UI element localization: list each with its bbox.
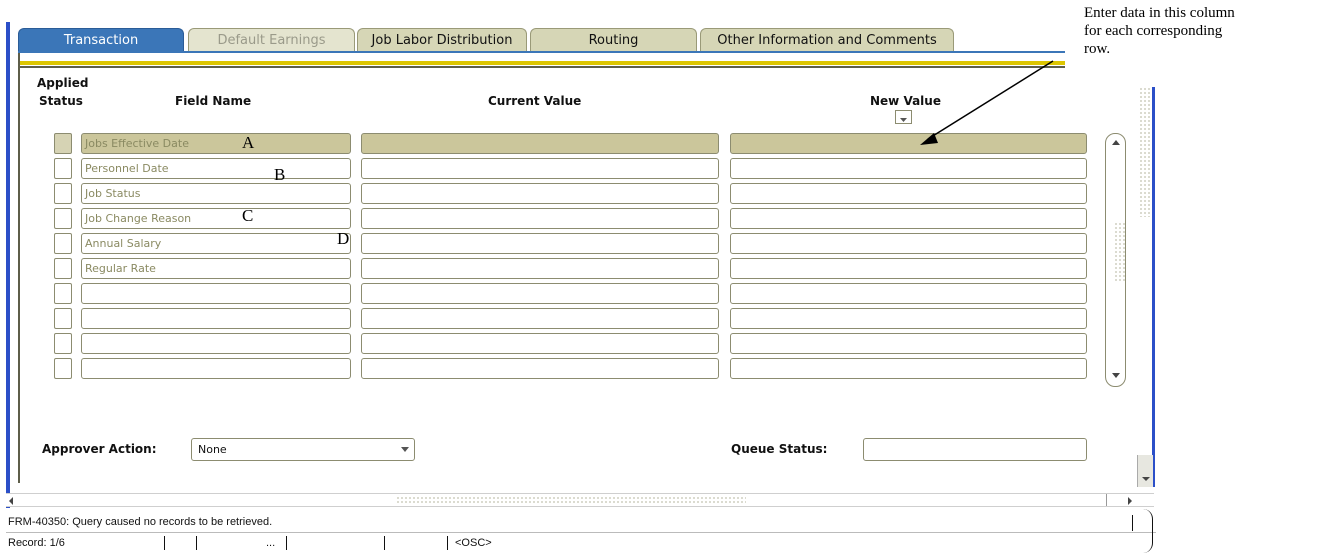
applied-status-checkbox[interactable] [54, 233, 72, 254]
panel-left-border [18, 53, 20, 483]
annotation-b: B [274, 165, 286, 184]
tab-transaction[interactable]: Transaction [18, 28, 184, 52]
tab-routing[interactable]: Routing [530, 28, 697, 52]
field-name-cell[interactable]: Job Change Reason [81, 208, 351, 229]
current-value-cell[interactable] [361, 308, 719, 329]
current-value-cell[interactable] [361, 283, 719, 304]
status-record-bar: Record: 1/6 ... <OSC> [6, 534, 1156, 554]
status-divider [1132, 515, 1133, 531]
field-name-cell[interactable]: Job Status [81, 183, 351, 204]
new-value-cell[interactable] [730, 358, 1087, 379]
status-sep-2 [196, 536, 197, 550]
record-counter: Record: 1/6 [8, 537, 65, 549]
field-name-cell[interactable]: Regular Rate [81, 258, 351, 279]
status-osc: <OSC> [455, 537, 492, 549]
new-value-cell[interactable] [730, 258, 1087, 279]
status-sep-3 [286, 536, 287, 550]
status-sep-5 [447, 536, 448, 550]
queue-status-label: Queue Status: [731, 442, 828, 456]
new-value-cell[interactable] [730, 158, 1087, 179]
side-dotted-strip [1139, 87, 1151, 217]
hscroll-divider [1106, 494, 1107, 506]
field-name-cell[interactable]: Jobs Effective Date [81, 133, 351, 154]
field-name-cell[interactable] [81, 308, 351, 329]
side-dotted-strip-2 [1114, 222, 1126, 282]
current-value-cell[interactable] [361, 183, 719, 204]
hscroll-thumb[interactable] [396, 496, 746, 504]
field-name-cell[interactable]: Personnel Date [81, 158, 351, 179]
current-value-cell[interactable] [361, 233, 719, 254]
field-name-cell[interactable]: Annual Salary [81, 233, 351, 254]
new-value-cell[interactable] [730, 233, 1087, 254]
annotation-c: C [242, 206, 254, 225]
applied-status-checkbox[interactable] [54, 133, 72, 154]
scroll-down-icon[interactable] [1109, 370, 1123, 382]
tab-default-earnings[interactable]: Default Earnings [188, 28, 355, 52]
new-value-cell[interactable] [730, 333, 1087, 354]
field-name-cell[interactable] [81, 283, 351, 304]
current-value-cell[interactable] [361, 158, 719, 179]
applied-status-checkbox[interactable] [54, 308, 72, 329]
current-value-cell[interactable] [361, 333, 719, 354]
applied-status-checkbox[interactable] [54, 333, 72, 354]
scroll-up-icon[interactable] [1109, 137, 1123, 149]
instruction-note-line-2: for each corresponding [1084, 23, 1223, 39]
approver-action-value: None [198, 443, 227, 456]
applied-status-checkbox[interactable] [54, 283, 72, 304]
scroll-right-icon[interactable] [1126, 496, 1134, 506]
status-ellipsis: ... [266, 537, 276, 549]
queue-status-field[interactable] [863, 438, 1087, 461]
applied-status-checkbox[interactable] [54, 358, 72, 379]
applied-status-checkbox[interactable] [54, 258, 72, 279]
current-value-cell[interactable] [361, 208, 719, 229]
field-name-cell[interactable] [81, 333, 351, 354]
window-left-border [6, 22, 10, 508]
status-message-bar: FRM-40350: Query caused no records to be… [6, 513, 1156, 533]
header-status: Status [39, 94, 83, 108]
header-applied: Applied [37, 76, 89, 90]
applied-status-checkbox[interactable] [54, 183, 72, 204]
window-vscroll[interactable] [1137, 455, 1153, 487]
current-value-cell[interactable] [361, 358, 719, 379]
new-value-cell[interactable] [730, 283, 1087, 304]
new-value-cell[interactable] [730, 308, 1087, 329]
new-value-cell[interactable] [730, 183, 1087, 204]
current-value-cell[interactable] [361, 258, 719, 279]
tab-underline [18, 51, 1065, 53]
status-sep-4 [384, 536, 385, 550]
pointer-arrow [920, 60, 1054, 145]
window-scroll-down-icon[interactable] [1141, 475, 1151, 483]
annotation-d: D [337, 229, 350, 248]
window-hscroll[interactable] [6, 493, 1154, 507]
status-sep-1 [164, 536, 165, 550]
tab-job-labor-distribution[interactable]: Job Labor Distribution [357, 28, 527, 52]
instruction-note-line-1: Enter data in this column [1084, 5, 1235, 21]
new-value-cell[interactable] [730, 208, 1087, 229]
window-right-border [1152, 87, 1155, 487]
chevron-down-icon[interactable] [400, 446, 410, 454]
header-current-value: Current Value [488, 94, 582, 108]
approver-action-label: Approver Action: [42, 442, 157, 456]
annotation-a: A [242, 133, 255, 152]
instruction-note-line-3: row. [1084, 41, 1111, 57]
current-value-cell[interactable] [361, 133, 719, 154]
approver-action-select[interactable]: None [191, 438, 415, 461]
tab-other-information[interactable]: Other Information and Comments [700, 28, 954, 52]
status-bar-corner [1137, 509, 1153, 553]
header-field-name: Field Name [175, 94, 252, 108]
scroll-left-icon[interactable] [7, 496, 15, 506]
field-name-cell[interactable] [81, 358, 351, 379]
applied-status-checkbox[interactable] [54, 208, 72, 229]
status-message: FRM-40350: Query caused no records to be… [8, 516, 273, 528]
applied-status-checkbox[interactable] [54, 158, 72, 179]
